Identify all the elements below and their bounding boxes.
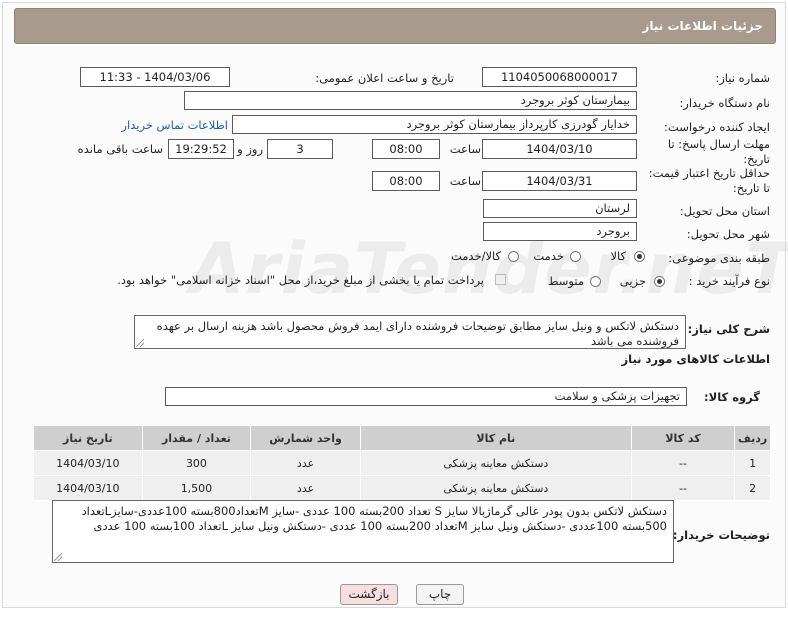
creator-label: ایجاد کننده درخواست:	[664, 120, 770, 134]
page-title: جزئیات اطلاعات نیاز	[642, 19, 763, 33]
validity-label-line1: حداقل تاریخ اعتبار قیمت:	[648, 166, 770, 180]
col-qty-header: تعداد / مقدار	[141, 425, 252, 451]
province-label: استان محل تحویل:	[679, 204, 770, 218]
buyer-contact-link[interactable]: اطلاعات تماس خریدار	[121, 118, 228, 132]
process-medium-radio[interactable]	[590, 276, 601, 287]
cell-row: 1	[734, 450, 771, 476]
announce-field: 1404/03/06 - 11:33	[80, 67, 230, 87]
validity-label-line2: تا تاریخ:	[732, 181, 770, 195]
cell-unit: عدد	[250, 450, 361, 476]
category-service-label: خدمت	[533, 249, 564, 263]
process-minor-radio[interactable]	[654, 276, 665, 287]
col-code-header: کد کالا	[630, 425, 736, 451]
category-service-radio[interactable]	[570, 251, 581, 262]
validity-date-field: 1404/03/31	[482, 171, 637, 191]
col-date-header: تاریخ نیاز	[33, 425, 143, 451]
cell-date: 1404/03/10	[33, 450, 143, 476]
category-goods-service-radio[interactable]	[508, 251, 519, 262]
page-title-bar: جزئیات اطلاعات نیاز	[14, 8, 776, 44]
cell-unit: عدد	[250, 475, 361, 501]
category-label: طبقه بندی موضوعی:	[668, 251, 770, 265]
category-goods-service-label: کالا/خدمت	[450, 249, 501, 263]
table-row: 2 -- دستکش معاینه پزشکی عدد 1,500 1404/0…	[33, 475, 771, 501]
cell-name: دستکش معاینه پزشکی	[359, 475, 632, 501]
category-goods-label: کالا	[610, 249, 626, 263]
deadline-time-field: 08:00	[372, 139, 440, 159]
buyer-org-label: نام دستگاه خریدار:	[679, 96, 770, 110]
process-medium-label: متوسط	[547, 274, 584, 288]
validity-time-label: ساعت	[449, 174, 481, 188]
col-name-header: نام کالا	[359, 425, 632, 451]
treasury-payment-checkbox[interactable]	[495, 274, 506, 285]
remaining-time-label: ساعت باقی مانده	[77, 142, 163, 156]
table-row: 1 -- دستکش معاینه پزشکی عدد 300 1404/03/…	[33, 450, 771, 476]
description-resize-grip[interactable]	[136, 339, 144, 347]
need-number-field: 1104050068000017	[482, 67, 637, 87]
col-unit-header: واحد شمارش	[250, 425, 361, 451]
cell-row: 2	[734, 475, 771, 501]
need-number-label: شماره نیاز:	[715, 71, 770, 85]
cell-name: دستکش معاینه پزشکی	[359, 450, 632, 476]
cell-qty: 300	[141, 450, 252, 476]
treasury-payment-note: پرداخت تمام یا بخشی از مبلغ خرید،از محل …	[117, 273, 484, 287]
buyer-notes-textarea[interactable]: دستکش لاتکس بدون پودر عالی گرماژبالا سای…	[52, 500, 674, 563]
goods-table: ردیف کد کالا نام کالا واحد شمارش تعداد /…	[33, 425, 771, 501]
description-textarea[interactable]: دستکش لاتکس و ونیل سایز مطابق توضیحات فر…	[134, 315, 686, 349]
cell-qty: 1,500	[141, 475, 252, 501]
cell-code: --	[630, 475, 736, 501]
deadline-label-line2: تاریخ:	[743, 152, 770, 166]
buyer-notes-resize-grip[interactable]	[54, 553, 62, 561]
province-field: لرستان	[483, 199, 637, 218]
buyer-org-field: بیمارستان کوثر بروجرد	[184, 91, 637, 110]
back-button[interactable]: بازگشت	[340, 584, 398, 605]
creator-field: خدایار گودرزی کارپرداز بیمارستان کوثر بر…	[232, 115, 637, 134]
days-label: روز و	[237, 142, 263, 156]
print-button[interactable]: چاپ	[416, 584, 464, 605]
goods-group-label: گروه کالا:	[704, 390, 760, 404]
city-label: شهر محل تحویل:	[686, 227, 770, 241]
description-label: شرح کلی نیاز:	[687, 322, 770, 336]
process-minor-label: جزیی	[619, 274, 646, 288]
goods-info-title: اطلاعات کالاهای مورد نیاز	[621, 352, 770, 366]
deadline-time-label: ساعت	[449, 142, 481, 156]
buyer-notes-label: توضیحات خریدار:	[672, 528, 770, 542]
city-field: بروجرد	[483, 222, 637, 241]
days-remaining-field: 3	[267, 139, 333, 159]
validity-time-field: 08:00	[372, 171, 440, 191]
deadline-date-field: 1404/03/10	[482, 139, 637, 159]
remaining-time-field: 19:29:52	[168, 139, 234, 159]
cell-date: 1404/03/10	[33, 475, 143, 501]
col-row-header: ردیف	[734, 425, 771, 451]
goods-group-field: تجهیزات پزشکی و سلامت	[165, 387, 687, 406]
deadline-label-line1: مهلت ارسال پاسخ: تا	[667, 137, 770, 151]
table-header-row: ردیف کد کالا نام کالا واحد شمارش تعداد /…	[33, 425, 771, 451]
announce-label: تاریخ و ساعت اعلان عمومی:	[315, 71, 454, 85]
process-label: نوع فرآیند خرید :	[688, 274, 770, 288]
cell-code: --	[630, 450, 736, 476]
category-goods-radio[interactable]	[634, 251, 645, 262]
